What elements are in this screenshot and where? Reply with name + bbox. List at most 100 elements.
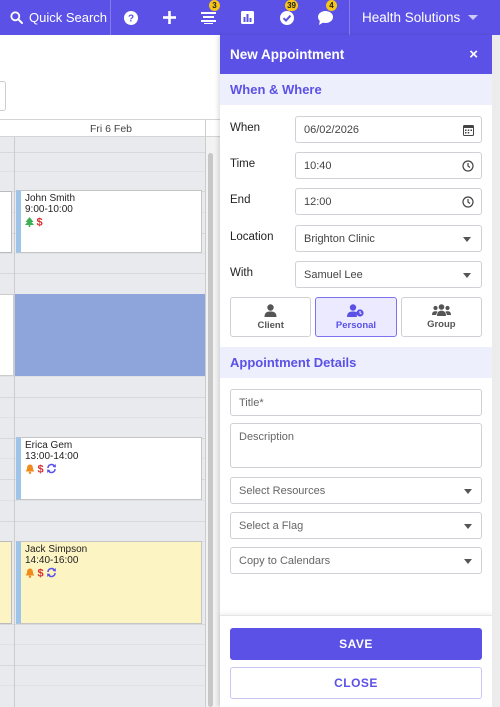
page-scrollbar[interactable] <box>492 35 500 707</box>
appointment-time: 9:00-10:00 <box>25 204 73 215</box>
chevron-down-icon <box>463 237 471 242</box>
bell-icon <box>25 464 35 474</box>
clock-icon <box>462 196 474 208</box>
svg-text:$: $ <box>36 217 42 228</box>
day-header-label: Fri 6 Feb <box>89 123 132 135</box>
blocked-time-slot[interactable] <box>15 294 205 376</box>
top-bar: Quick Search ? 3 39 4 Health Solutions <box>0 0 500 35</box>
date-value: 06/02/2026 <box>304 123 360 136</box>
calendar-icon <box>463 125 474 136</box>
section-appointment-details: Appointment Details <box>220 347 492 378</box>
day-divider <box>14 137 15 707</box>
copy-calendars-select[interactable]: Copy to Calendars <box>230 547 482 574</box>
when-label: When <box>230 122 261 134</box>
search-icon <box>10 11 23 24</box>
check-circle-icon <box>279 10 294 25</box>
resources-placeholder: Select Resources <box>239 484 326 497</box>
user-icon <box>264 303 277 317</box>
chevron-down-icon <box>464 559 472 564</box>
end-time-field[interactable]: 12:00 <box>295 188 482 215</box>
quick-search-button[interactable]: Quick Search <box>0 0 111 35</box>
copy-calendars-placeholder: Copy to Calendars <box>239 554 331 567</box>
description-textarea[interactable]: Description <box>230 423 482 468</box>
adjacent-day-event[interactable] <box>0 191 12 253</box>
organization-selector[interactable]: Health Solutions <box>349 0 500 35</box>
title-input[interactable]: Title* <box>230 389 482 416</box>
tree-icon <box>25 216 34 227</box>
time-slot-line <box>0 152 206 153</box>
with-label: With <box>230 267 253 279</box>
appointment-type-selector: Client Personal Group <box>230 297 482 337</box>
svg-text:$: $ <box>37 568 43 579</box>
type-client-button[interactable]: Client <box>230 297 312 337</box>
bell-icon <box>25 568 35 578</box>
calendar-toolbar-control[interactable] <box>0 81 6 111</box>
svg-text:$: $ <box>37 464 43 475</box>
users-icon <box>431 304 451 316</box>
time-slot-line <box>0 171 206 172</box>
type-personal-button[interactable]: Personal <box>315 297 397 337</box>
date-field[interactable]: 06/02/2026 <box>295 116 482 143</box>
time-slot-line <box>0 273 206 274</box>
plus-icon <box>163 11 176 24</box>
panel-header: New Appointment × <box>220 35 492 74</box>
save-button[interactable]: SAVE <box>230 628 482 660</box>
end-label: End <box>230 194 251 206</box>
tasks-list-button[interactable]: 3 <box>189 0 228 35</box>
practitioner-select[interactable]: Samuel Lee <box>295 261 482 288</box>
help-icon: ? <box>123 10 138 25</box>
close-button[interactable]: CLOSE <box>230 667 482 699</box>
time-row: Time 10:40 <box>220 152 492 179</box>
when-row: When 06/02/2026 <box>220 116 492 143</box>
adjacent-day-event[interactable] <box>0 541 12 624</box>
clock-icon <box>462 160 474 172</box>
completed-button[interactable]: 39 <box>267 0 306 35</box>
appointment-time: 14:40-16:00 <box>25 555 79 566</box>
calendar-scrollbar[interactable] <box>208 153 213 707</box>
type-group-label: Group <box>427 319 456 330</box>
flag-placeholder: Select a Flag <box>239 519 304 532</box>
appointment-card[interactable]: John Smith 9:00-10:00 $ <box>16 190 202 253</box>
appointment-card[interactable]: Jack Simpson 14:40-16:00 $ <box>16 541 202 624</box>
reports-button[interactable] <box>228 0 267 35</box>
panel-title: New Appointment <box>230 47 345 62</box>
end-time-value: 12:00 <box>304 195 332 208</box>
chevron-down-icon <box>468 15 479 20</box>
chat-icon <box>318 10 333 25</box>
time-slot-line <box>0 253 206 254</box>
chevron-down-icon <box>464 489 472 494</box>
type-personal-label: Personal <box>335 319 377 331</box>
time-slot-line <box>0 665 206 666</box>
organization-name: Health Solutions <box>362 10 461 25</box>
resources-select[interactable]: Select Resources <box>230 477 482 504</box>
start-time-field[interactable]: 10:40 <box>295 152 482 179</box>
flag-select[interactable]: Select a Flag <box>230 512 482 539</box>
section-when-where: When & Where <box>220 74 492 105</box>
type-client-label: Client <box>257 319 284 331</box>
calendar-day-header: Fri 6 Feb <box>0 119 220 137</box>
calendar-view: Fri 6 Feb John Smith 9:00-10:00 $ Erica … <box>0 35 220 707</box>
user-clock-icon <box>347 303 365 317</box>
location-label: Location <box>230 231 274 243</box>
time-slot-line <box>0 376 206 377</box>
new-appointment-panel: New Appointment × When & Where When 06/0… <box>220 35 492 707</box>
repeat-icon <box>47 463 56 474</box>
appointment-card[interactable]: Erica Gem 13:00-14:00 $ <box>16 437 202 500</box>
appointment-client: John Smith <box>25 193 76 204</box>
calendar-toolbar <box>0 35 220 119</box>
close-icon[interactable]: × <box>469 47 478 62</box>
adjacent-day-event[interactable] <box>0 294 14 376</box>
completed-badge: 39 <box>285 0 298 11</box>
time-slot-line <box>0 521 206 522</box>
help-button[interactable]: ? <box>111 0 150 35</box>
time-label: Time <box>230 158 256 170</box>
time-slot-line <box>0 500 206 501</box>
messages-button[interactable]: 4 <box>306 0 345 35</box>
dollar-icon: $ <box>36 217 42 228</box>
time-slot-line <box>0 397 206 398</box>
add-button[interactable] <box>150 0 189 35</box>
appointment-client: Jack Simpson <box>25 544 88 555</box>
location-select[interactable]: Brighton Clinic <box>295 225 482 252</box>
quick-search-label: Quick Search <box>29 10 108 25</box>
type-group-button[interactable]: Group <box>400 297 482 337</box>
